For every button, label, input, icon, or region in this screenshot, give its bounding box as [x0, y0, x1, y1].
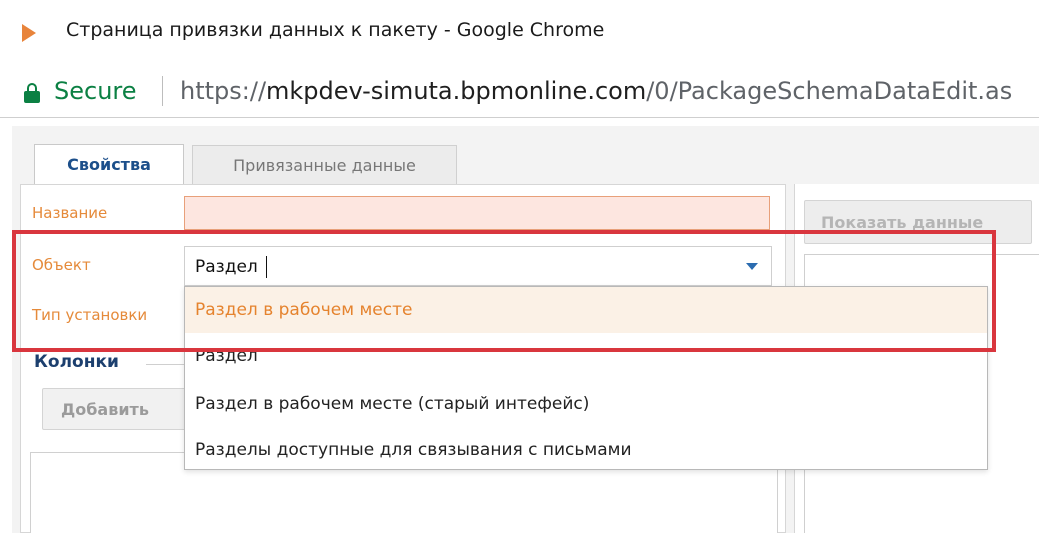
url-text[interactable]: https://mkpdev-simuta.bpmonline.com/0/Pa…: [180, 77, 1012, 105]
url-path: /0/PackageSchemaDataEdit.as: [646, 77, 1013, 105]
window-title: Страница привязки данных к пакету - Goog…: [66, 19, 605, 41]
text-caret: [266, 256, 267, 278]
address-separator: [162, 76, 163, 106]
name-input[interactable]: [184, 196, 770, 230]
dropdown-option-section[interactable]: Раздел: [185, 333, 987, 379]
add-column-button[interactable]: Добавить: [42, 388, 192, 430]
address-bar[interactable]: Secure https://mkpdev-simuta.bpmonline.c…: [0, 62, 1039, 118]
secure-label[interactable]: Secure: [54, 77, 137, 105]
install-type-label: Тип установки: [32, 306, 148, 324]
dropdown-option-workplace-section[interactable]: Раздел в рабочем месте: [185, 287, 987, 333]
window-title-bar: Страница привязки данных к пакету - Goog…: [0, 0, 1039, 62]
object-dropdown-button[interactable]: [734, 248, 770, 284]
object-combobox[interactable]: Раздел: [184, 246, 772, 286]
tab-properties[interactable]: Свойства: [34, 144, 184, 184]
name-label: Название: [32, 204, 108, 222]
lock-icon[interactable]: [24, 83, 40, 103]
chevron-down-icon: [746, 262, 758, 270]
object-input-value: Раздел: [195, 257, 258, 277]
tab-bar: Свойства Привязанные данные: [12, 126, 1039, 184]
chrome-app-icon: [22, 24, 36, 42]
tab-bound-data[interactable]: Привязанные данные: [192, 145, 457, 184]
show-data-button[interactable]: Показать данные: [804, 200, 1032, 244]
dropdown-option-workplace-section-old[interactable]: Раздел в рабочем месте (старый интефейс): [185, 381, 987, 427]
dropdown-option-email-linkable-sections[interactable]: Разделы доступные для связывания с письм…: [185, 427, 987, 469]
object-dropdown-list: Раздел в рабочем месте Раздел Раздел в р…: [184, 286, 988, 470]
section-divider: [146, 364, 186, 365]
columns-section-title: Колонки: [34, 352, 119, 372]
object-label: Объект: [32, 256, 91, 274]
url-prefix: https://: [180, 77, 267, 105]
url-host: mkpdev-simuta.bpmonline.com: [266, 77, 647, 105]
